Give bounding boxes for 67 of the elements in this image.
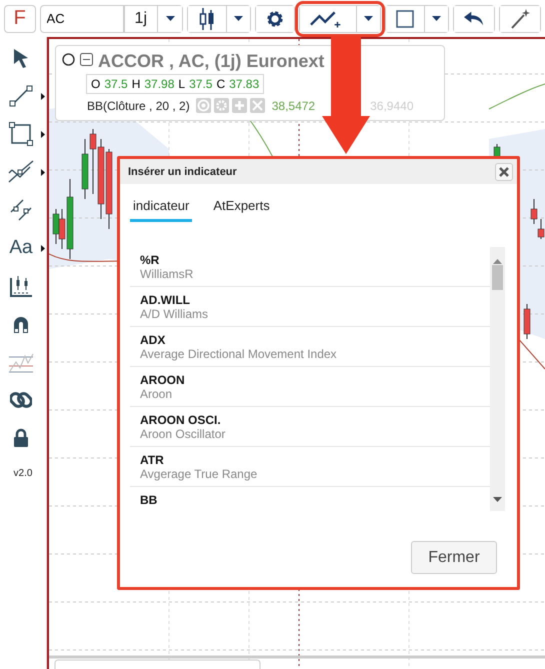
indicator-code: AROON OSCI. — [140, 413, 221, 427]
candle — [524, 304, 530, 340]
scrollbar-thumb[interactable] — [492, 265, 503, 290]
tab[interactable]: indicateur — [130, 196, 192, 222]
caret-icon — [166, 16, 174, 21]
indicator-item[interactable]: ATR Avgerage True Range — [130, 447, 490, 487]
close-dialog-button[interactable]: Fermer — [411, 541, 497, 574]
indicator-description: Aroon Oscillator — [140, 427, 226, 441]
dropdown-button[interactable] — [226, 6, 250, 32]
indicator-item[interactable]: AROON Aroon — [130, 367, 490, 407]
pitchfork-icon[interactable] — [8, 160, 34, 184]
dropdown-button[interactable] — [356, 6, 380, 32]
indicator-code: BB — [140, 493, 158, 507]
submenu-caret-icon[interactable] — [41, 245, 45, 252]
caret-icon — [234, 16, 243, 21]
indicator-description: Aroon — [140, 387, 172, 401]
indicator-description: WilliamsR — [140, 267, 194, 281]
parallel-lines-icon[interactable] — [9, 198, 33, 222]
rectangle-tool-icon[interactable] — [9, 122, 33, 146]
indicator-description: Avgerage True Range — [140, 467, 258, 481]
text-tool-button[interactable]: Aa — [4, 232, 46, 264]
scroll-down-icon[interactable] — [493, 497, 502, 502]
line-tool-icon[interactable] — [9, 84, 33, 108]
indicator-code: AD.WILL — [140, 293, 190, 307]
indicator-code: ATR — [140, 453, 164, 467]
link-icon[interactable] — [10, 389, 32, 411]
magic-wand-icon — [510, 8, 530, 28]
dialog-title: Insérer un indicateur — [128, 166, 237, 178]
magnet-icon[interactable] — [11, 314, 31, 334]
indicator-item[interactable]: ADX Average Directional Movement Index — [130, 327, 490, 367]
band-line — [488, 84, 545, 110]
ohlc-values: O 37.5 H 37.98 L 37.5 C 37.83 — [86, 74, 264, 94]
symbol-field[interactable]: AC — [40, 4, 124, 32]
indicator-description: Average Directional Movement Index — [140, 347, 337, 361]
scrollbar[interactable] — [490, 247, 505, 511]
chart-title: ACCOR , AC, (1j) Euronext — [98, 51, 324, 72]
submenu-caret-icon[interactable] — [41, 131, 45, 138]
submenu-caret-icon[interactable] — [41, 169, 45, 176]
chart-lines-icon[interactable] — [8, 351, 34, 373]
indicator-value: 38,5472 — [272, 98, 316, 112]
lock-icon[interactable] — [12, 428, 30, 448]
indicator-item[interactable]: %R WilliamsR — [130, 247, 490, 287]
indicator-code: AROON — [140, 373, 185, 387]
rectangle-icon — [396, 10, 414, 28]
dropdown-button[interactable] — [424, 6, 448, 32]
close-button[interactable] — [495, 162, 513, 180]
indicator-code: ADX — [140, 333, 166, 347]
caret-icon — [364, 16, 373, 21]
settings-icon — [266, 8, 284, 28]
submenu-caret-icon[interactable] — [41, 93, 45, 100]
visibility-toggle-icon[interactable] — [62, 52, 75, 66]
logo-button[interactable]: F — [4, 4, 36, 32]
indicator-description: A/D Williams — [140, 307, 208, 321]
measure-icon[interactable] — [9, 274, 33, 298]
tab[interactable]: AtExperts — [210, 196, 273, 222]
indicator-code: %R — [140, 253, 160, 267]
interval-dropdown[interactable]: 1j — [124, 4, 183, 32]
undo-icon — [464, 10, 484, 26]
indicator-item[interactable]: AROON OSCI. Aroon Oscillator — [130, 407, 490, 447]
indicator-name: BB(Clôture , 20 , 2) — [87, 98, 190, 112]
caret-icon — [432, 16, 441, 21]
version-label: v2.0 — [14, 468, 32, 479]
pointer-icon — [13, 48, 29, 68]
collapse-icon[interactable] — [80, 52, 93, 66]
close-icon — [499, 166, 509, 176]
candlestick-icon — [199, 8, 215, 30]
indicator-item[interactable]: AD.WILL A/D Williams — [130, 287, 490, 327]
